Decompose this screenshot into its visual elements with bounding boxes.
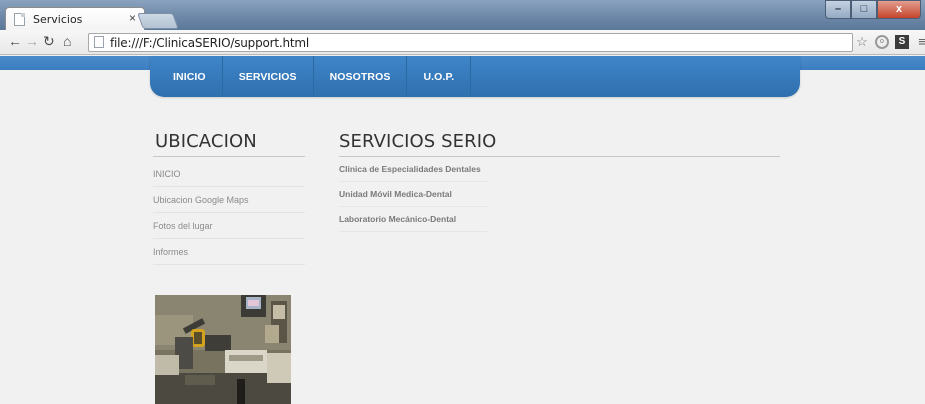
divider (153, 156, 305, 157)
clinic-photo (155, 295, 291, 404)
service-item-laboratorio[interactable]: Laboratorio Mecánico-Dental (339, 207, 487, 232)
tab-title: Servicios (33, 13, 83, 26)
window-controls: – □ x (825, 0, 921, 20)
back-arrow-icon[interactable]: ← (8, 33, 22, 49)
browser-tab[interactable]: Servicios × (5, 7, 145, 31)
extension-icon[interactable]: o (875, 35, 889, 49)
menu-item-nosotros[interactable]: NOSOTROS (314, 56, 408, 97)
sidebar-heading: UBICACION (155, 131, 257, 152)
sidebar-list: INICIO Ubicacion Google Maps Fotos del l… (153, 161, 305, 265)
tab-close-button[interactable]: × (129, 11, 136, 25)
page-title: SERVICIOS SERIO (339, 131, 497, 152)
star-icon[interactable]: ☆ (855, 35, 869, 49)
page-icon (14, 13, 25, 26)
sidebar-item-fotos[interactable]: Fotos del lugar (153, 213, 305, 239)
minimize-button[interactable]: – (825, 0, 851, 19)
page-icon (94, 36, 104, 48)
main-navbar: INICIO SERVICIOS NOSOTROS U.O.P. (150, 56, 800, 97)
url-text[interactable]: file:///F:/ClinicaSERIO/support.html (110, 36, 309, 50)
menu-item-inicio[interactable]: INICIO (158, 56, 223, 97)
sidebar-item-informes[interactable]: Informes (153, 239, 305, 265)
reload-icon[interactable]: ↻ (43, 33, 55, 50)
address-bar[interactable]: file:///F:/ClinicaSERIO/support.html (88, 33, 853, 52)
sidebar-item-inicio[interactable]: INICIO (153, 161, 305, 187)
service-item-unidad-movil[interactable]: Unidad Móvil Medica-Dental (339, 182, 487, 207)
forward-arrow-icon[interactable]: → (25, 33, 39, 49)
browser-toolbar: ← → ↻ ⌂ file:///F:/ClinicaSERIO/support.… (0, 30, 925, 55)
sidebar-item-google-maps[interactable]: Ubicacion Google Maps (153, 187, 305, 213)
home-icon[interactable]: ⌂ (63, 33, 71, 49)
main-menu: INICIO SERVICIOS NOSOTROS U.O.P. (158, 56, 472, 97)
menu-icon[interactable]: ≡ (915, 35, 925, 49)
close-window-button[interactable]: x (877, 0, 921, 19)
web-page: INICIO SERVICIOS NOSOTROS U.O.P. UBICACI… (0, 56, 925, 404)
clinic-photo-image (155, 295, 291, 404)
maximize-button[interactable]: □ (851, 0, 877, 19)
menu-item-servicios[interactable]: SERVICIOS (223, 56, 314, 97)
menu-item-uop[interactable]: U.O.P. (407, 56, 472, 97)
new-tab-button[interactable] (137, 13, 179, 29)
browser-titlebar: Servicios × – □ x (0, 0, 925, 31)
service-item-clinica[interactable]: Clinica de Especialidades Dentales (339, 157, 487, 182)
services-list: Clinica de Especialidades Dentales Unida… (339, 157, 487, 232)
extension-s-icon[interactable]: S (895, 35, 909, 49)
